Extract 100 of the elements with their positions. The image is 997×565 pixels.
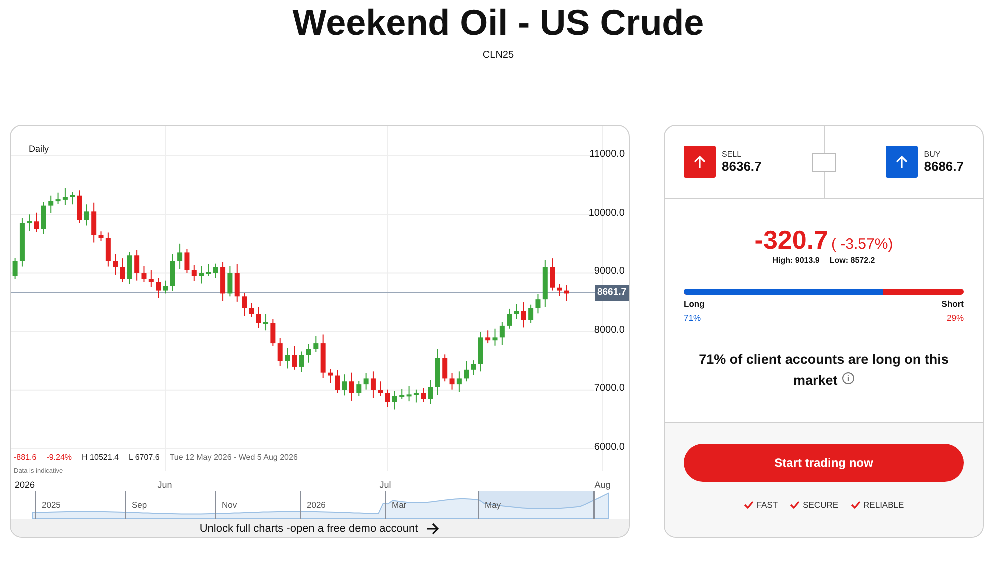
candlestick	[500, 322, 505, 346]
high-value: H 10521.4	[82, 453, 119, 462]
arrow-right-icon	[426, 523, 440, 535]
buy-price: 8686.7	[924, 159, 964, 174]
y-axis-label: 10000.0	[588, 208, 625, 219]
candlestick	[234, 264, 240, 302]
candlestick	[206, 264, 212, 277]
candlestick	[192, 264, 197, 282]
candlestick	[70, 192, 76, 206]
candlestick	[148, 270, 154, 288]
sentiment-message: 71% of client accounts are long on this market	[698, 351, 950, 390]
candlestick	[557, 284, 562, 297]
candlestick	[285, 348, 290, 370]
check-icon	[790, 501, 800, 509]
day-high: High: 9013.9	[772, 256, 820, 265]
candlestick	[364, 372, 369, 390]
navigator-label: Nov	[222, 500, 238, 510]
candlestick	[142, 266, 147, 283]
candlestick	[521, 302, 526, 328]
candlestick	[314, 336, 319, 353]
navigator-label: Sep	[132, 500, 148, 510]
candlestick	[385, 389, 390, 408]
unlock-charts-link[interactable]: Unlock full charts -open a free demo account	[11, 519, 629, 537]
candlestick	[278, 338, 283, 367]
navigator-label: May	[485, 500, 502, 510]
candlestick	[349, 372, 354, 402]
x-axis-label: Jul	[380, 480, 392, 490]
candlestick	[428, 380, 434, 405]
candlestick	[471, 360, 476, 376]
interval-label[interactable]: Daily	[29, 144, 50, 154]
candlestick	[127, 252, 132, 285]
candlestick	[199, 266, 204, 284]
candlestick	[414, 389, 419, 404]
candlestick	[242, 292, 248, 316]
candlestick	[134, 250, 140, 282]
arrow-up-icon	[693, 155, 707, 169]
candlestick	[450, 372, 455, 390]
candlestick	[213, 263, 218, 279]
last-price-tag: 8661.7	[595, 285, 629, 302]
candlestick	[92, 202, 97, 244]
candlestick	[492, 328, 498, 346]
price-change: -320.7	[754, 225, 829, 255]
candlestick	[184, 248, 190, 274]
candlestick	[392, 390, 398, 410]
y-axis-label: 7000.0	[594, 383, 625, 394]
feature-label: RELIABLE	[864, 500, 904, 510]
page-title: Weekend Oil - US Crude	[292, 1, 706, 44]
arrow-up-icon	[895, 155, 910, 169]
candlestick	[507, 308, 512, 330]
candlestick	[536, 294, 541, 314]
candlestick	[120, 258, 126, 283]
candlestick	[56, 192, 61, 205]
candlestick	[550, 258, 556, 292]
candlestick	[442, 354, 448, 382]
candlestick	[406, 386, 412, 402]
candlestick	[328, 368, 333, 384]
low-value: L 6707.6	[128, 453, 160, 462]
symbol-code: CLN25	[482, 50, 516, 61]
candlestick	[370, 371, 376, 399]
candlestick	[98, 231, 104, 242]
candlestick	[400, 388, 405, 400]
long-percent: 71%	[684, 313, 702, 323]
candlestick	[264, 314, 269, 332]
candlestick	[48, 195, 54, 214]
candlestick	[464, 360, 470, 382]
candlestick	[378, 381, 384, 397]
price-change-percent: ( -3.57%)	[832, 236, 894, 253]
short-label: Short	[942, 299, 964, 309]
candlestick	[34, 212, 40, 233]
candlestick	[249, 302, 254, 318]
short-percent: 29%	[946, 313, 964, 323]
start-trading-button[interactable]: Start trading now	[684, 444, 964, 482]
sell-price: 8636.7	[722, 159, 762, 174]
candlestick	[421, 388, 426, 403]
day-low: Low: 8572.2	[830, 256, 876, 265]
candlestick	[41, 202, 46, 236]
feature-label: SECURE	[803, 500, 839, 510]
candlestick	[528, 304, 534, 324]
buy-button[interactable]	[886, 146, 918, 178]
spread-box	[812, 152, 836, 172]
candlestick	[292, 346, 298, 370]
candlestick	[456, 371, 462, 393]
navigator-label: 2026	[307, 500, 326, 510]
date-range: Tue 12 May 2026 - Wed 5 Aug 2026	[170, 453, 298, 462]
candlestick	[27, 214, 32, 232]
candlestick	[228, 266, 233, 298]
candlestick	[62, 188, 68, 206]
sell-button[interactable]	[684, 146, 716, 178]
y-axis-label: 8000.0	[594, 324, 625, 336]
candlestick	[12, 257, 18, 280]
info-icon[interactable]	[842, 372, 855, 385]
change-percent: -9.24%	[46, 453, 72, 462]
x-axis-label: Jun	[158, 480, 172, 490]
feature-label: FAST	[756, 500, 778, 510]
check-icon	[850, 501, 861, 509]
y-axis-label: 6000.0	[594, 442, 625, 454]
candlestick	[178, 243, 183, 270]
y-axis-label: 11000.0	[590, 149, 625, 160]
navigator-label: Mar	[392, 500, 407, 510]
y-axis-label: 9000.0	[594, 266, 625, 278]
